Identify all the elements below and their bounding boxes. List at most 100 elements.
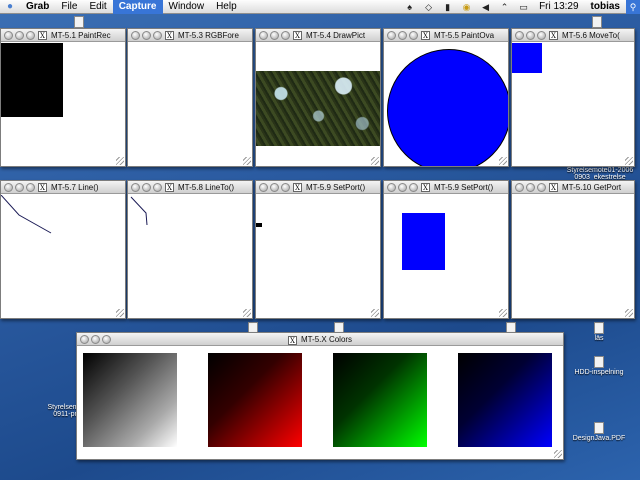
close-button[interactable] (387, 183, 396, 192)
minimize-button[interactable] (270, 183, 279, 192)
window-content (128, 195, 252, 318)
zoom-button[interactable] (26, 31, 35, 40)
zoom-button[interactable] (153, 183, 162, 192)
window-line[interactable]: X MT-5.7 Line() (0, 180, 126, 319)
close-button[interactable] (259, 183, 268, 192)
resize-handle[interactable] (116, 309, 124, 317)
minimize-button[interactable] (398, 183, 407, 192)
window-setport-2[interactable]: X MT-5.9 SetPort() (383, 180, 509, 319)
resize-handle[interactable] (243, 157, 251, 165)
close-button[interactable] (131, 183, 140, 192)
resize-handle[interactable] (371, 157, 379, 165)
window-content (128, 43, 252, 166)
desktop-icon-hdd[interactable]: HDD-inspelning (565, 356, 633, 376)
zoom-button[interactable] (281, 31, 290, 40)
zoom-button[interactable] (409, 183, 418, 192)
small-black-mark (256, 223, 262, 227)
zoom-button[interactable] (537, 31, 546, 40)
titlebar[interactable]: X MT-5.6 MoveTo( (512, 29, 634, 42)
resize-handle[interactable] (625, 309, 633, 317)
window-title: MT-5.9 SetPort() (434, 183, 494, 192)
zoom-button[interactable] (281, 183, 290, 192)
display-icon[interactable]: ▭ (517, 1, 530, 13)
apple-menu-icon[interactable]: ● (0, 0, 20, 14)
zoom-button[interactable] (153, 31, 162, 40)
clock-status-icon[interactable]: ◉ (460, 1, 473, 13)
menu-window[interactable]: Window (163, 0, 211, 14)
minimize-button[interactable] (398, 31, 407, 40)
user-status-icon[interactable]: ♠ (403, 1, 416, 13)
window-colors[interactable]: X MT-5.X Colors (76, 332, 564, 460)
line-drawing (1, 195, 52, 234)
window-drawpicture[interactable]: X MT-5.4 DrawPict (255, 28, 381, 167)
black-rectangle (1, 43, 63, 117)
window-content (512, 195, 634, 318)
menu-clock[interactable]: Fri 13:29 (533, 0, 584, 14)
resize-handle[interactable] (116, 157, 124, 165)
titlebar[interactable]: X MT-5.1 PaintRec (1, 29, 125, 42)
titlebar[interactable]: X MT-5.9 SetPort() (384, 181, 508, 194)
window-content (256, 195, 380, 318)
minimize-button[interactable] (15, 183, 24, 192)
minimize-button[interactable] (142, 31, 151, 40)
titlebar[interactable]: X MT-5.4 DrawPict (256, 29, 380, 42)
close-button[interactable] (515, 183, 524, 192)
resize-handle[interactable] (499, 157, 507, 165)
menu-capture[interactable]: Capture (112, 0, 163, 14)
menu-file[interactable]: File (55, 0, 83, 14)
titlebar[interactable]: X MT-5.7 Line() (1, 181, 125, 194)
zoom-button[interactable] (409, 31, 418, 40)
desktop-icon-designjava[interactable]: DesignJava.PDF (565, 422, 633, 442)
menu-help[interactable]: Help (210, 0, 243, 14)
titlebar[interactable]: X MT-5.3 RGBFore (128, 29, 252, 42)
menu-user[interactable]: tobias (585, 0, 626, 14)
desktop-icon-label: HDD-inspelning (574, 369, 624, 376)
window-lineto[interactable]: X MT-5.8 LineTo() (127, 180, 253, 319)
window-paintoval[interactable]: X MT-5.5 PaintOva (383, 28, 509, 167)
window-title: MT-5.3 RGBFore (178, 31, 239, 40)
window-rgbforecolor[interactable]: X MT-5.3 RGBFore (127, 28, 253, 167)
menu-app-grab[interactable]: Grab (20, 0, 55, 14)
resize-handle[interactable] (625, 157, 633, 165)
titlebar[interactable]: X MT-5.10 GetPort (512, 181, 634, 194)
menu-edit[interactable]: Edit (83, 0, 112, 14)
close-button[interactable] (387, 31, 396, 40)
window-title: X MT-5.X Colors (77, 333, 563, 345)
script-icon[interactable]: ◇ (422, 1, 435, 13)
spotlight-icon[interactable]: ⚲ (626, 0, 640, 14)
titlebar[interactable]: X MT-5.X Colors (77, 333, 563, 346)
resize-handle[interactable] (243, 309, 251, 317)
minimize-button[interactable] (270, 31, 279, 40)
close-button[interactable] (259, 31, 268, 40)
window-paintrect[interactable]: X MT-5.1 PaintRec (0, 28, 126, 167)
titlebar[interactable]: X MT-5.8 LineTo() (128, 181, 252, 194)
battery-icon[interactable]: ▮ (441, 1, 454, 13)
gradient-blue (458, 353, 552, 447)
volume-icon[interactable]: ◀ (479, 1, 492, 13)
x11-icon: X (165, 31, 174, 40)
window-moveto[interactable]: X MT-5.6 MoveTo( (511, 28, 635, 167)
minimize-button[interactable] (142, 183, 151, 192)
close-button[interactable] (4, 31, 13, 40)
x11-icon: X (549, 31, 558, 40)
resize-handle[interactable] (554, 450, 562, 458)
window-setport-1[interactable]: X MT-5.9 SetPort() (255, 180, 381, 319)
minimize-button[interactable] (526, 31, 535, 40)
desktop-icon-styrelse-top[interactable]: Styrelsemote01-2006 0903_ekestrelse (560, 167, 640, 181)
close-button[interactable] (131, 31, 140, 40)
resize-handle[interactable] (371, 309, 379, 317)
titlebar[interactable]: X MT-5.9 SetPort() (256, 181, 380, 194)
titlebar[interactable]: X MT-5.5 PaintOva (384, 29, 508, 42)
wifi-icon[interactable]: ⌃ (498, 1, 511, 13)
zoom-button[interactable] (26, 183, 35, 192)
desktop-icon-las[interactable]: läs (588, 322, 610, 342)
window-getport[interactable]: X MT-5.10 GetPort (511, 180, 635, 319)
close-button[interactable] (4, 183, 13, 192)
minimize-button[interactable] (15, 31, 24, 40)
close-button[interactable] (515, 31, 524, 40)
resize-handle[interactable] (499, 309, 507, 317)
blue-square (512, 43, 542, 73)
zoom-button[interactable] (537, 183, 546, 192)
lineto-drawing (130, 196, 148, 226)
minimize-button[interactable] (526, 183, 535, 192)
